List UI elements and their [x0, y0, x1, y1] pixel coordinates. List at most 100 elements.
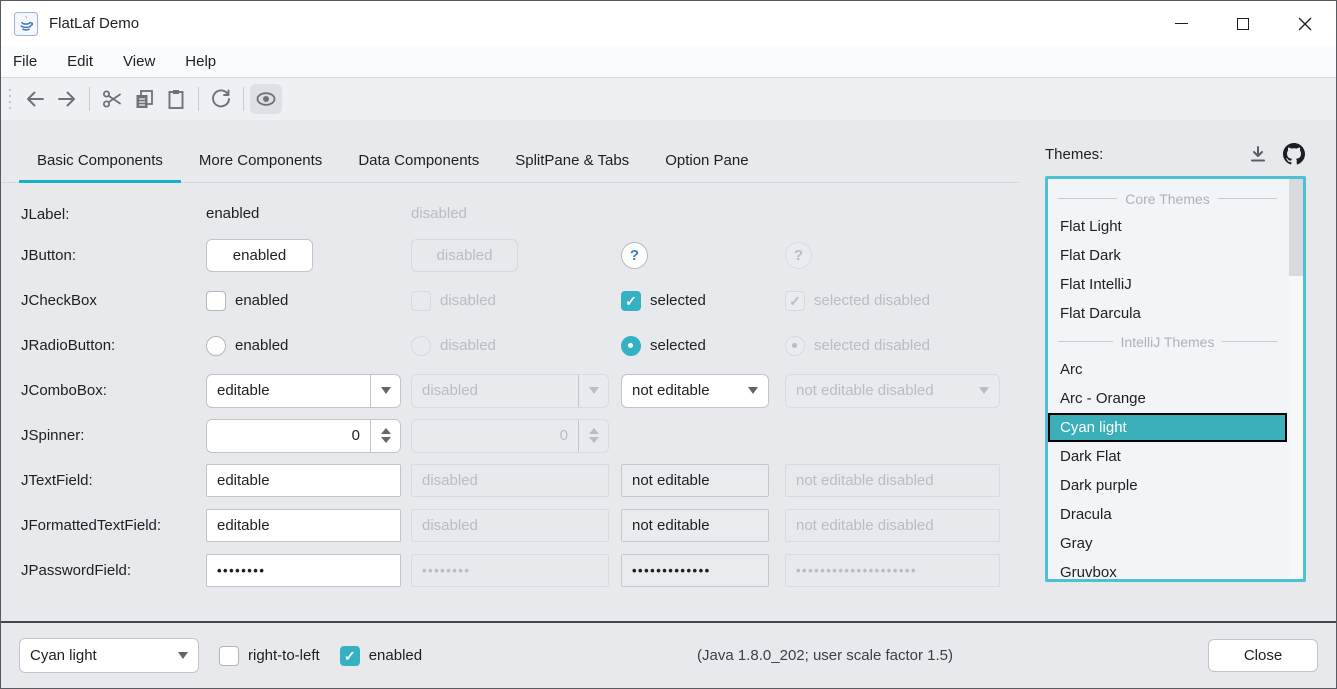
jcombobox-row: JComboBox: editable disabled — [21, 368, 1019, 413]
jbutton-enabled[interactable]: enabled — [206, 239, 313, 272]
theme-item-cyan-light[interactable]: Cyan light — [1048, 413, 1287, 442]
theme-item-dracula[interactable]: Dracula — [1048, 500, 1287, 529]
minimize-button[interactable] — [1150, 1, 1212, 46]
checkbox-selected-label: selected — [650, 292, 706, 309]
passwordfield-editable[interactable]: •••••••• — [206, 554, 401, 587]
theme-selector-combobox[interactable]: Cyan light — [19, 638, 199, 673]
row-label-jcheckbox: JCheckBox — [21, 292, 206, 309]
back-button[interactable] — [19, 84, 51, 114]
close-button[interactable]: Close — [1208, 639, 1318, 672]
passwordfield-not-editable-disabled: •••••••••••••••••••• — [785, 554, 1000, 587]
paste-button[interactable] — [160, 84, 192, 114]
enabled-checkbox[interactable]: ✓ — [340, 646, 360, 666]
tab-strip: Basic Components More Components Data Co… — [1, 120, 1019, 183]
spinner-enabled[interactable]: 0 — [206, 419, 401, 453]
close-icon — [1298, 17, 1312, 31]
checkbox-enabled[interactable] — [206, 291, 226, 311]
tab-basic-components[interactable]: Basic Components — [19, 152, 181, 183]
row-label-jtextfield: JTextField: — [21, 472, 206, 489]
download-button[interactable] — [1246, 142, 1270, 166]
combobox-arrow-button[interactable] — [738, 375, 768, 407]
row-label-jlabel: JLabel: — [21, 206, 206, 223]
maximize-button[interactable] — [1212, 1, 1274, 46]
tab-splitpane-tabs[interactable]: SplitPane & Tabs — [497, 152, 647, 183]
menu-help[interactable]: Help — [185, 53, 216, 70]
formatted-textfield-not-editable[interactable]: not editable — [621, 509, 769, 542]
forward-icon — [56, 88, 78, 110]
scrollbar-thumb[interactable] — [1289, 179, 1303, 276]
row-label-jspinner: JSpinner: — [21, 427, 206, 444]
theme-item-gray[interactable]: Gray — [1048, 529, 1287, 558]
themes-scrollbar[interactable] — [1289, 179, 1303, 579]
bottom-bar: Cyan light right-to-left ✓ enabled (Java… — [1, 621, 1336, 688]
passwordfield-not-editable[interactable]: ••••••••••••• — [621, 554, 769, 587]
show-hidden-toggle-button[interactable] — [250, 84, 282, 114]
menu-edit[interactable]: Edit — [67, 53, 93, 70]
back-icon — [24, 88, 46, 110]
spinner-up-icon — [381, 428, 391, 434]
combobox-arrow-button[interactable] — [370, 375, 400, 407]
toolbar-separator — [89, 87, 90, 111]
textfield-not-editable-disabled: not editable disabled — [785, 464, 1000, 497]
theme-item-flat-intellij[interactable]: Flat IntelliJ — [1048, 270, 1287, 299]
tab-data-components[interactable]: Data Components — [340, 152, 497, 183]
spinner-down-icon — [381, 437, 391, 443]
jradiobutton-row: JRadioButton: enabled disabled selected — [21, 323, 1019, 368]
combobox-arrow-button — [969, 375, 999, 407]
toolbar-grip[interactable] — [9, 89, 11, 109]
row-label-jradiobutton: JRadioButton: — [21, 337, 206, 354]
maximize-icon — [1237, 18, 1249, 30]
checkbox-selected[interactable]: ✓ — [621, 291, 641, 311]
spinner-arrow-buttons[interactable] — [370, 420, 400, 452]
github-button[interactable] — [1282, 142, 1306, 166]
theme-item-arc[interactable]: Arc — [1048, 355, 1287, 384]
combobox-arrow-button[interactable] — [168, 639, 198, 672]
title-bar: FlatLaf Demo — [1, 1, 1336, 46]
radio-enabled[interactable] — [206, 336, 226, 356]
paste-icon — [165, 88, 187, 110]
theme-item-flat-darcula[interactable]: Flat Darcula — [1048, 299, 1287, 328]
combobox-not-editable[interactable]: not editable — [621, 374, 769, 408]
theme-item-gruvbox[interactable]: Gruvbox — [1048, 558, 1287, 582]
cut-button[interactable] — [96, 84, 128, 114]
window-controls — [1150, 1, 1336, 46]
theme-item-dark-flat[interactable]: Dark Flat — [1048, 442, 1287, 471]
theme-item-flat-light[interactable]: Flat Light — [1048, 212, 1287, 241]
row-label-jbutton: JButton: — [21, 247, 206, 264]
radio-selected-label: selected — [650, 337, 706, 354]
combobox-editable[interactable]: editable — [206, 374, 401, 408]
tab-option-pane[interactable]: Option Pane — [647, 152, 766, 183]
formatted-textfield-editable[interactable]: editable — [206, 509, 401, 542]
checkbox-disabled-label: disabled — [440, 292, 496, 309]
row-label-jpasswordfield: JPasswordField: — [21, 562, 206, 579]
tabbed-pane: Basic Components More Components Data Co… — [1, 120, 1019, 621]
toolbar-separator — [198, 87, 199, 111]
copy-button[interactable] — [128, 84, 160, 114]
enabled-label: enabled — [369, 647, 422, 664]
refresh-button[interactable] — [205, 84, 237, 114]
eye-icon — [254, 87, 278, 111]
jlabel-row: JLabel: enabled disabled — [21, 195, 1019, 233]
jspinner-row: JSpinner: 0 0 — [21, 413, 1019, 458]
radio-selected[interactable] — [621, 336, 641, 356]
theme-item-arc-orange[interactable]: Arc - Orange — [1048, 384, 1287, 413]
jlabel-disabled: disabled — [411, 205, 467, 222]
jbutton-disabled: disabled — [411, 239, 518, 272]
textfield-editable[interactable]: editable — [206, 464, 401, 497]
menu-view[interactable]: View — [123, 53, 155, 70]
help-button[interactable]: ? — [621, 242, 648, 269]
close-window-button[interactable] — [1274, 1, 1336, 46]
formatted-textfield-not-editable-disabled: not editable disabled — [785, 509, 1000, 542]
forward-button[interactable] — [51, 84, 83, 114]
textfield-not-editable[interactable]: not editable — [621, 464, 769, 497]
textfield-disabled: disabled — [411, 464, 609, 497]
theme-item-flat-dark[interactable]: Flat Dark — [1048, 241, 1287, 270]
tab-more-components[interactable]: More Components — [181, 152, 340, 183]
themes-list[interactable]: Core Themes Flat Light Flat Dark Flat In… — [1045, 176, 1306, 582]
combobox-disabled: disabled — [411, 374, 609, 408]
formatted-textfield-disabled: disabled — [411, 509, 609, 542]
menu-bar: File Edit View Help — [1, 46, 1336, 78]
right-to-left-checkbox[interactable] — [219, 646, 239, 666]
theme-item-dark-purple[interactable]: Dark purple — [1048, 471, 1287, 500]
menu-file[interactable]: File — [13, 53, 37, 70]
